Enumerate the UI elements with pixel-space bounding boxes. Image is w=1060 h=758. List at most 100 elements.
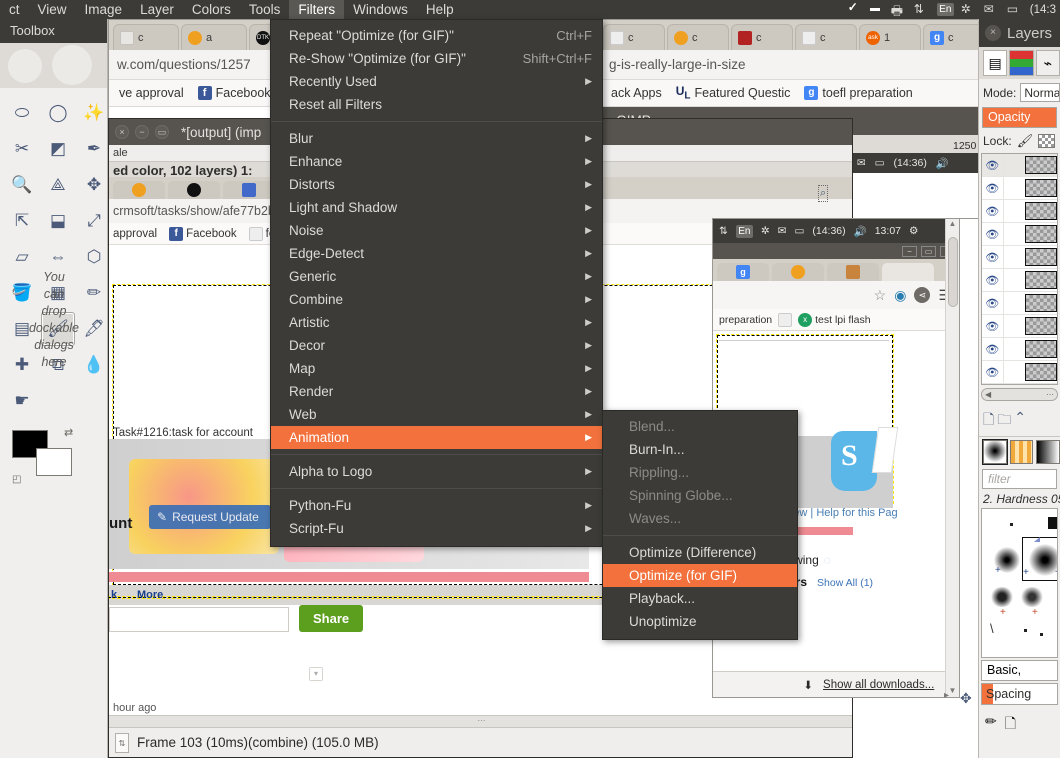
browser-tab[interactable]: a [181,24,247,50]
browser-tab[interactable]: c [795,24,857,50]
menu-item-combine[interactable]: Combine ▶ [271,288,602,311]
foreground-select-icon[interactable]: ◩ [41,132,75,166]
eye-icon[interactable]: 👁 [982,182,1003,195]
browser-tab-new[interactable] [882,263,934,281]
layer-list[interactable]: 👁 👁 👁 👁 👁 👁 👁 👁 👁 👁 [981,153,1058,385]
paintbrush-lock-icon[interactable]: 🖌 [1017,133,1034,149]
menu-item-burn-in[interactable]: Burn-In... [603,438,797,461]
eye-icon[interactable]: 👁 [982,228,1003,241]
table-row[interactable]: 👁 [982,246,1057,269]
table-row[interactable]: 👁 [982,154,1057,177]
share-button[interactable]: Share [299,605,364,632]
scale-icon[interactable]: ⤢ [77,204,111,238]
page-scrollbar[interactable]: ▲ ▼ [945,219,959,697]
network-transfer-icon[interactable]: ⇅ [719,225,728,237]
raise-layer-icon[interactable]: ⌃ [1014,409,1026,433]
bookmark-item[interactable]: ve approval [119,86,184,100]
bookmark-star-icon[interactable]: ☆ [874,287,887,304]
brush-spacing-slider[interactable]: Spacing [981,683,1058,705]
show-all-link[interactable]: Show All (1) [817,577,873,589]
network-transfer-icon[interactable]: ⇅ [914,2,930,17]
eye-icon[interactable]: 👁 [982,366,1003,379]
maximize-icon[interactable]: ▭ [921,245,936,257]
smudge-icon[interactable]: ☛ [5,384,39,418]
free-select-icon[interactable]: ◯ [41,96,75,130]
menu-item-generic[interactable]: Generic ▶ [271,265,602,288]
battery-icon[interactable]: ▭ [794,225,804,237]
menu-item-recently-used[interactable]: Recently Used ▶ [271,70,602,93]
mail-icon[interactable]: ✉ [984,2,1000,17]
layer-list-scrollbar[interactable]: ◀ ⋯ [981,388,1058,401]
scroll-right-icon[interactable]: ▸ [944,690,949,701]
menu-filters[interactable]: Filters [289,0,345,19]
layers-tab-icon[interactable]: ▤ [983,50,1008,76]
menu-item-playback[interactable]: Playback... [603,587,797,610]
menu-item-web[interactable]: Web ▶ [271,403,602,426]
measure-icon[interactable]: ⟁ [41,168,75,202]
bluetooth-icon[interactable]: ✲ [761,225,770,237]
eye-icon[interactable]: 👁 [982,343,1003,356]
browser-tab[interactable] [827,263,879,281]
mail-icon[interactable]: ✉ [778,225,787,237]
volume-icon[interactable]: 🔊 [854,225,867,238]
ellipse-select-icon[interactable]: ⬭ [5,96,39,130]
new-brush-icon[interactable]: 🗋 [1005,713,1016,737]
menu-item-rippling[interactable]: Rippling... [603,461,797,484]
menu-item-waves[interactable]: Waves... [603,507,797,530]
comment-input[interactable] [109,607,289,632]
brush-swatch[interactable] [1020,587,1044,607]
edit-brush-icon[interactable]: ✏ [985,713,997,737]
brush-filter-input[interactable]: filter [982,469,1057,489]
browser-tab[interactable]: c [113,24,179,50]
bookmark-item[interactable]: f Facebook [197,86,271,100]
menu-view[interactable]: View [29,0,76,19]
table-row[interactable]: 👁 [982,223,1057,246]
browser-tab[interactable]: ask 1 [859,24,921,50]
browser-tab[interactable] [772,263,824,281]
zoom-icon[interactable]: 🔍 [5,168,39,202]
paths-tab-icon[interactable]: ⌁ [1035,50,1060,76]
scrollbar-thumb[interactable] [948,237,958,307]
keyboard-layout-icon[interactable]: En [936,3,954,16]
menu-item-map[interactable]: Map ▶ [271,357,602,380]
menu-item-repeat[interactable]: Repeat "Optimize (for GIF)" Ctrl+F [271,24,602,47]
eye-icon[interactable]: 👁 [982,159,1003,172]
crop-icon[interactable]: ⬓ [41,204,75,238]
fuzzy-select-icon[interactable]: ✨ [77,96,111,130]
table-row[interactable]: 👁 [982,200,1057,223]
patterns-tab-icon[interactable] [1009,439,1034,464]
refresh-icon[interactable]: ◌ [824,553,831,567]
keyboard-layout-icon[interactable]: En [735,224,753,238]
menu-layer[interactable]: Layer [131,0,183,19]
battery-icon[interactable]: ▭ [1007,2,1023,17]
mail-icon[interactable]: ✉ [857,157,866,169]
menu-tools[interactable]: Tools [240,0,290,19]
menu-item-animation[interactable]: Animation ▶ [271,426,602,449]
channels-tab-icon[interactable] [1009,50,1034,76]
bookmark-label[interactable]: test lpi flash [815,314,870,326]
browser-tab[interactable]: g [717,263,769,281]
bookmark-item[interactable]: ack Apps [611,86,662,100]
menu-item-python-fu[interactable]: Python-Fu ▶ [271,494,602,517]
menu-item-blend[interactable]: Blend... [603,415,797,438]
brush-swatch[interactable] [990,587,1014,607]
browser-address-bar-3[interactable]: ☆ ◉ ⋖ ☰ [713,281,959,309]
collapse-button[interactable]: ▾ [309,667,323,681]
eye-icon[interactable]: 👁 [982,251,1003,264]
extension-icon[interactable]: ◉ [894,287,906,304]
zoom-image-icon[interactable]: ⌕ [818,185,829,202]
eye-icon[interactable]: 👁 [982,297,1003,310]
do-not-disturb-icon[interactable] [868,2,884,17]
browser-tab[interactable]: c [731,24,793,50]
menu-help[interactable]: Help [417,0,463,19]
eye-icon[interactable]: 👁 [982,320,1003,333]
more-link[interactable]: More [137,589,163,601]
move-handle-icon[interactable]: ✥ [960,690,972,707]
menu-item-light-and-shadow[interactable]: Light and Shadow ▶ [271,196,602,219]
menu-item-reset-all-filters[interactable]: Reset all Filters [271,93,602,116]
menu-item-optimize-difference[interactable]: Optimize (Difference) [603,541,797,564]
menu-item-enhance[interactable]: Enhance ▶ [271,150,602,173]
link-k[interactable]: k [111,589,117,601]
menu-colors[interactable]: Colors [183,0,240,19]
volume-icon[interactable]: 🔊 [936,157,949,170]
